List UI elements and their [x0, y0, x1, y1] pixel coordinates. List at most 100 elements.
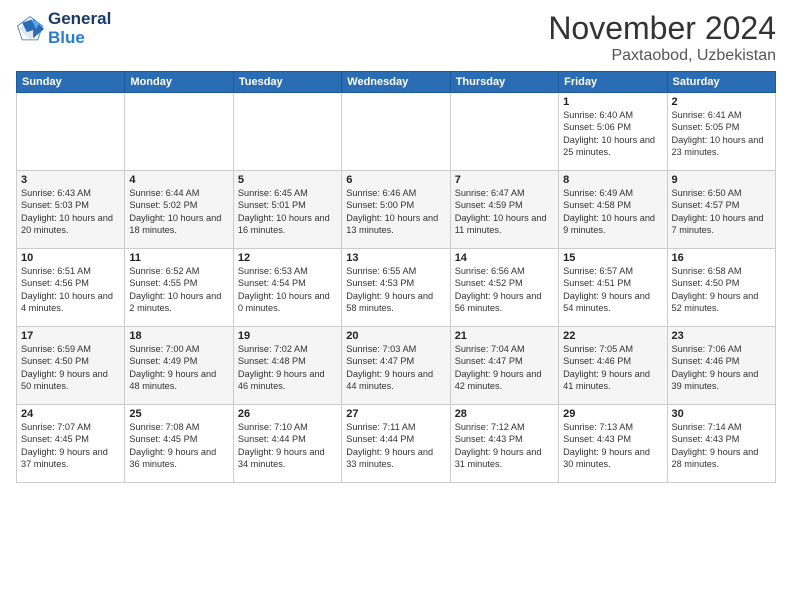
- day-header-tuesday: Tuesday: [233, 72, 341, 93]
- week-row-1: 3Sunrise: 6:43 AM Sunset: 5:03 PM Daylig…: [17, 171, 776, 249]
- day-cell: 5Sunrise: 6:45 AM Sunset: 5:01 PM Daylig…: [233, 171, 341, 249]
- page: General Blue November 2024 Paxtaobod, Uz…: [0, 0, 792, 612]
- day-number: 9: [672, 174, 771, 186]
- day-info: Sunrise: 7:03 AM Sunset: 4:47 PM Dayligh…: [346, 343, 445, 393]
- day-info: Sunrise: 6:44 AM Sunset: 5:02 PM Dayligh…: [129, 187, 228, 237]
- day-info: Sunrise: 6:49 AM Sunset: 4:58 PM Dayligh…: [563, 187, 662, 237]
- day-number: 27: [346, 408, 445, 420]
- day-cell: 20Sunrise: 7:03 AM Sunset: 4:47 PM Dayli…: [342, 327, 450, 405]
- week-row-3: 17Sunrise: 6:59 AM Sunset: 4:50 PM Dayli…: [17, 327, 776, 405]
- day-number: 16: [672, 252, 771, 264]
- day-info: Sunrise: 6:58 AM Sunset: 4:50 PM Dayligh…: [672, 265, 771, 315]
- day-cell: 28Sunrise: 7:12 AM Sunset: 4:43 PM Dayli…: [450, 405, 558, 483]
- day-info: Sunrise: 7:05 AM Sunset: 4:46 PM Dayligh…: [563, 343, 662, 393]
- day-number: 15: [563, 252, 662, 264]
- day-cell: 27Sunrise: 7:11 AM Sunset: 4:44 PM Dayli…: [342, 405, 450, 483]
- day-cell: 16Sunrise: 6:58 AM Sunset: 4:50 PM Dayli…: [667, 249, 775, 327]
- day-cell: 15Sunrise: 6:57 AM Sunset: 4:51 PM Dayli…: [559, 249, 667, 327]
- day-cell: 24Sunrise: 7:07 AM Sunset: 4:45 PM Dayli…: [17, 405, 125, 483]
- day-cell: 17Sunrise: 6:59 AM Sunset: 4:50 PM Dayli…: [17, 327, 125, 405]
- header: General Blue November 2024 Paxtaobod, Uz…: [16, 10, 776, 65]
- day-number: 14: [455, 252, 554, 264]
- day-cell: 25Sunrise: 7:08 AM Sunset: 4:45 PM Dayli…: [125, 405, 233, 483]
- days-header-row: SundayMondayTuesdayWednesdayThursdayFrid…: [17, 72, 776, 93]
- day-number: 4: [129, 174, 228, 186]
- day-number: 25: [129, 408, 228, 420]
- day-cell: 18Sunrise: 7:00 AM Sunset: 4:49 PM Dayli…: [125, 327, 233, 405]
- week-row-4: 24Sunrise: 7:07 AM Sunset: 4:45 PM Dayli…: [17, 405, 776, 483]
- day-cell: 29Sunrise: 7:13 AM Sunset: 4:43 PM Dayli…: [559, 405, 667, 483]
- day-number: 8: [563, 174, 662, 186]
- day-cell: [233, 93, 341, 171]
- day-cell: 11Sunrise: 6:52 AM Sunset: 4:55 PM Dayli…: [125, 249, 233, 327]
- day-cell: 21Sunrise: 7:04 AM Sunset: 4:47 PM Dayli…: [450, 327, 558, 405]
- day-cell: 13Sunrise: 6:55 AM Sunset: 4:53 PM Dayli…: [342, 249, 450, 327]
- day-header-monday: Monday: [125, 72, 233, 93]
- day-number: 10: [21, 252, 120, 264]
- day-cell: 22Sunrise: 7:05 AM Sunset: 4:46 PM Dayli…: [559, 327, 667, 405]
- day-number: 30: [672, 408, 771, 420]
- day-info: Sunrise: 7:13 AM Sunset: 4:43 PM Dayligh…: [563, 421, 662, 471]
- day-header-sunday: Sunday: [17, 72, 125, 93]
- day-number: 13: [346, 252, 445, 264]
- day-cell: [125, 93, 233, 171]
- day-cell: 2Sunrise: 6:41 AM Sunset: 5:05 PM Daylig…: [667, 93, 775, 171]
- day-number: 3: [21, 174, 120, 186]
- day-header-thursday: Thursday: [450, 72, 558, 93]
- day-number: 29: [563, 408, 662, 420]
- day-number: 17: [21, 330, 120, 342]
- day-cell: 19Sunrise: 7:02 AM Sunset: 4:48 PM Dayli…: [233, 327, 341, 405]
- day-info: Sunrise: 6:50 AM Sunset: 4:57 PM Dayligh…: [672, 187, 771, 237]
- day-info: Sunrise: 6:57 AM Sunset: 4:51 PM Dayligh…: [563, 265, 662, 315]
- logo: General Blue: [16, 10, 111, 47]
- month-title: November 2024: [548, 10, 776, 47]
- day-info: Sunrise: 7:14 AM Sunset: 4:43 PM Dayligh…: [672, 421, 771, 471]
- day-number: 18: [129, 330, 228, 342]
- day-number: 23: [672, 330, 771, 342]
- week-row-2: 10Sunrise: 6:51 AM Sunset: 4:56 PM Dayli…: [17, 249, 776, 327]
- day-number: 26: [238, 408, 337, 420]
- day-cell: 30Sunrise: 7:14 AM Sunset: 4:43 PM Dayli…: [667, 405, 775, 483]
- day-number: 24: [21, 408, 120, 420]
- day-number: 2: [672, 96, 771, 108]
- day-info: Sunrise: 6:43 AM Sunset: 5:03 PM Dayligh…: [21, 187, 120, 237]
- day-cell: 8Sunrise: 6:49 AM Sunset: 4:58 PM Daylig…: [559, 171, 667, 249]
- title-block: November 2024 Paxtaobod, Uzbekistan: [548, 10, 776, 65]
- day-number: 28: [455, 408, 554, 420]
- week-row-0: 1Sunrise: 6:40 AM Sunset: 5:06 PM Daylig…: [17, 93, 776, 171]
- day-cell: 10Sunrise: 6:51 AM Sunset: 4:56 PM Dayli…: [17, 249, 125, 327]
- day-number: 11: [129, 252, 228, 264]
- day-info: Sunrise: 6:55 AM Sunset: 4:53 PM Dayligh…: [346, 265, 445, 315]
- day-info: Sunrise: 6:45 AM Sunset: 5:01 PM Dayligh…: [238, 187, 337, 237]
- day-number: 7: [455, 174, 554, 186]
- day-cell: 6Sunrise: 6:46 AM Sunset: 5:00 PM Daylig…: [342, 171, 450, 249]
- day-cell: 1Sunrise: 6:40 AM Sunset: 5:06 PM Daylig…: [559, 93, 667, 171]
- day-header-saturday: Saturday: [667, 72, 775, 93]
- day-info: Sunrise: 6:51 AM Sunset: 4:56 PM Dayligh…: [21, 265, 120, 315]
- calendar: SundayMondayTuesdayWednesdayThursdayFrid…: [16, 71, 776, 483]
- day-info: Sunrise: 6:47 AM Sunset: 4:59 PM Dayligh…: [455, 187, 554, 237]
- day-header-friday: Friday: [559, 72, 667, 93]
- day-number: 21: [455, 330, 554, 342]
- day-cell: 7Sunrise: 6:47 AM Sunset: 4:59 PM Daylig…: [450, 171, 558, 249]
- day-cell: 14Sunrise: 6:56 AM Sunset: 4:52 PM Dayli…: [450, 249, 558, 327]
- day-cell: [450, 93, 558, 171]
- day-info: Sunrise: 7:11 AM Sunset: 4:44 PM Dayligh…: [346, 421, 445, 471]
- day-info: Sunrise: 7:12 AM Sunset: 4:43 PM Dayligh…: [455, 421, 554, 471]
- day-number: 22: [563, 330, 662, 342]
- calendar-body: 1Sunrise: 6:40 AM Sunset: 5:06 PM Daylig…: [17, 93, 776, 483]
- day-info: Sunrise: 7:06 AM Sunset: 4:46 PM Dayligh…: [672, 343, 771, 393]
- day-info: Sunrise: 7:10 AM Sunset: 4:44 PM Dayligh…: [238, 421, 337, 471]
- day-info: Sunrise: 7:02 AM Sunset: 4:48 PM Dayligh…: [238, 343, 337, 393]
- day-number: 6: [346, 174, 445, 186]
- day-cell: 12Sunrise: 6:53 AM Sunset: 4:54 PM Dayli…: [233, 249, 341, 327]
- day-cell: [342, 93, 450, 171]
- day-cell: [17, 93, 125, 171]
- logo-text: General Blue: [48, 10, 111, 47]
- day-info: Sunrise: 7:07 AM Sunset: 4:45 PM Dayligh…: [21, 421, 120, 471]
- day-cell: 23Sunrise: 7:06 AM Sunset: 4:46 PM Dayli…: [667, 327, 775, 405]
- logo-icon: [16, 15, 44, 43]
- day-info: Sunrise: 7:00 AM Sunset: 4:49 PM Dayligh…: [129, 343, 228, 393]
- day-info: Sunrise: 7:08 AM Sunset: 4:45 PM Dayligh…: [129, 421, 228, 471]
- day-number: 1: [563, 96, 662, 108]
